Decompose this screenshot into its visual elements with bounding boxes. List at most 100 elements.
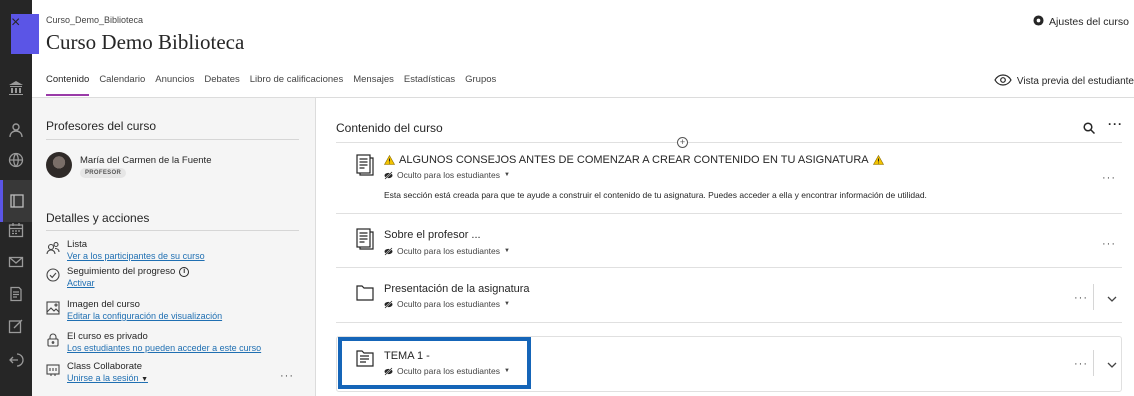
course-details-panel: Profesores del curso María del Carmen de…: [32, 98, 316, 396]
detail-title: El curso es privado: [67, 331, 148, 342]
item-divider: [336, 322, 1122, 323]
content-item[interactable]: ALGUNOS CONSEJOS ANTES DE COMENZAR A CRE…: [346, 152, 1122, 208]
item-title[interactable]: Presentación de la asignatura: [384, 283, 530, 295]
add-content-button[interactable]: +: [677, 137, 688, 148]
detail-title: Class Collaborate: [67, 361, 142, 372]
tab-mensajes[interactable]: Mensajes: [353, 74, 394, 96]
info-icon[interactable]: i: [179, 267, 190, 277]
content-more-button[interactable]: ···: [1108, 117, 1123, 131]
detail-title: Seguimiento del progreso: [67, 266, 176, 277]
detail-collaborate: Class Collaborate Unirse a la sesión ▼: [46, 361, 148, 385]
chevron-down-icon[interactable]: [1106, 358, 1118, 370]
document-icon: [356, 154, 374, 176]
detail-course-image: Imagen del curso Editar la configuración…: [46, 299, 222, 322]
item-divider: [336, 267, 1122, 268]
close-course-button[interactable]: ×: [11, 14, 39, 54]
warning-icon: [384, 155, 395, 165]
folder-icon: [356, 282, 374, 304]
tab-calendario[interactable]: Calendario: [99, 74, 145, 96]
tab-grupos[interactable]: Grupos: [465, 74, 496, 96]
content-item[interactable]: Presentación de la asignatura Oculto par…: [346, 280, 1122, 316]
detail-progress: Seguimiento del progreso i Activar: [46, 266, 190, 289]
avatar: [46, 152, 72, 178]
divider: [46, 139, 299, 140]
detail-privacy: El curso es privado Los estudiantes no p…: [46, 331, 261, 354]
join-session-link[interactable]: Unirse a la sesión ▼: [67, 373, 148, 385]
collaborate-icon: [46, 363, 60, 377]
add-content-line: [336, 142, 1122, 143]
globe-icon[interactable]: [8, 152, 24, 168]
left-rail: [0, 0, 32, 396]
highlight-box: [338, 337, 531, 389]
divider: [1093, 350, 1094, 376]
calendar-icon[interactable]: [8, 222, 24, 238]
signout-icon[interactable]: [8, 352, 24, 368]
visibility-dropdown[interactable]: Oculto para los estudiantes ▼: [384, 246, 510, 256]
teacher-name[interactable]: María del Carmen de la Fuente: [80, 155, 211, 166]
teachers-heading: Profesores del curso: [46, 119, 157, 133]
detail-roster: Lista Ver a los participantes de su curs…: [46, 239, 205, 262]
content-item[interactable]: Sobre el profesor ... Oculto para los es…: [346, 226, 1122, 262]
detail-title: Lista: [67, 239, 88, 250]
item-more-button[interactable]: ···: [1074, 292, 1088, 304]
tab-anuncios[interactable]: Anuncios: [155, 74, 194, 96]
lock-icon: [46, 333, 60, 347]
image-icon: [46, 301, 60, 315]
item-divider: [336, 213, 1122, 214]
warning-icon: [872, 155, 884, 165]
student-preview-label: Vista previa del estudiante: [1016, 76, 1134, 87]
privacy-link[interactable]: Los estudiantes no pueden acceder a este…: [67, 343, 261, 354]
visibility-label: Oculto para los estudiantes: [397, 299, 501, 309]
activate-progress-link[interactable]: Activar: [67, 278, 189, 289]
role-badge: PROFESOR: [80, 168, 127, 178]
gear-icon: [1033, 15, 1044, 29]
student-preview-button[interactable]: Vista previa del estudiante: [994, 74, 1134, 89]
item-description: Esta sección está creada para que te ayu…: [384, 190, 927, 200]
tab-libro-calificaciones[interactable]: Libro de calificaciones: [250, 74, 343, 96]
user-icon[interactable]: [8, 122, 24, 138]
visibility-label: Oculto para los estudiantes: [397, 246, 501, 256]
divider: [46, 230, 299, 231]
breadcrumb: Curso_Demo_Biblioteca: [46, 15, 144, 25]
caret-down-icon: ▼: [504, 301, 510, 307]
tab-contenido[interactable]: Contenido: [46, 74, 90, 96]
eye-slash-icon: [384, 170, 393, 180]
item-title[interactable]: ALGUNOS CONSEJOS ANTES DE COMENZAR A CRE…: [399, 154, 869, 166]
chevron-down-icon[interactable]: [1106, 292, 1118, 304]
item-more-button[interactable]: ···: [1102, 238, 1116, 250]
caret-down-icon: ▼: [504, 172, 510, 178]
institution-icon[interactable]: [8, 80, 24, 96]
item-title[interactable]: Sobre el profesor ...: [384, 229, 481, 241]
caret-down-icon: ▼: [504, 248, 510, 254]
eye-slash-icon: [384, 246, 393, 256]
grades-icon[interactable]: [8, 286, 24, 302]
courses-icon[interactable]: [0, 180, 32, 222]
course-settings-label: Ajustes del curso: [1049, 16, 1129, 28]
page-title: Curso Demo Biblioteca: [46, 30, 245, 54]
course-settings-button[interactable]: Ajustes del curso: [1033, 15, 1129, 29]
display-settings-link[interactable]: Editar la configuración de visualización: [67, 311, 222, 322]
collaborate-more-button[interactable]: ···: [280, 370, 294, 382]
divider: [1093, 284, 1094, 310]
visibility-label: Oculto para los estudiantes: [397, 170, 501, 180]
content-heading: Contenido del curso: [336, 121, 443, 135]
detail-title: Imagen del curso: [67, 299, 140, 310]
visibility-dropdown[interactable]: Oculto para los estudiantes ▼: [384, 170, 510, 180]
tab-debates[interactable]: Debates: [204, 74, 239, 96]
course-nav-tabs: Contenido Calendario Anuncios Debates Li…: [46, 74, 506, 96]
mail-icon[interactable]: [8, 254, 24, 270]
item-more-button[interactable]: ···: [1102, 172, 1116, 184]
item-more-button[interactable]: ···: [1074, 358, 1088, 370]
search-icon[interactable]: [1083, 121, 1096, 135]
document-icon: [356, 228, 374, 250]
roster-link[interactable]: Ver a los participantes de su curso: [67, 251, 205, 262]
tools-icon[interactable]: [8, 318, 24, 334]
check-circle-icon: [46, 268, 60, 282]
tab-estadisticas[interactable]: Estadísticas: [404, 74, 455, 96]
eye-slash-icon: [384, 299, 393, 309]
details-heading: Detalles y acciones: [46, 211, 150, 225]
caret-down-icon: ▼: [141, 376, 148, 383]
roster-icon: [46, 241, 60, 255]
eye-preview-icon: [994, 74, 1012, 89]
visibility-dropdown[interactable]: Oculto para los estudiantes ▼: [384, 299, 510, 309]
